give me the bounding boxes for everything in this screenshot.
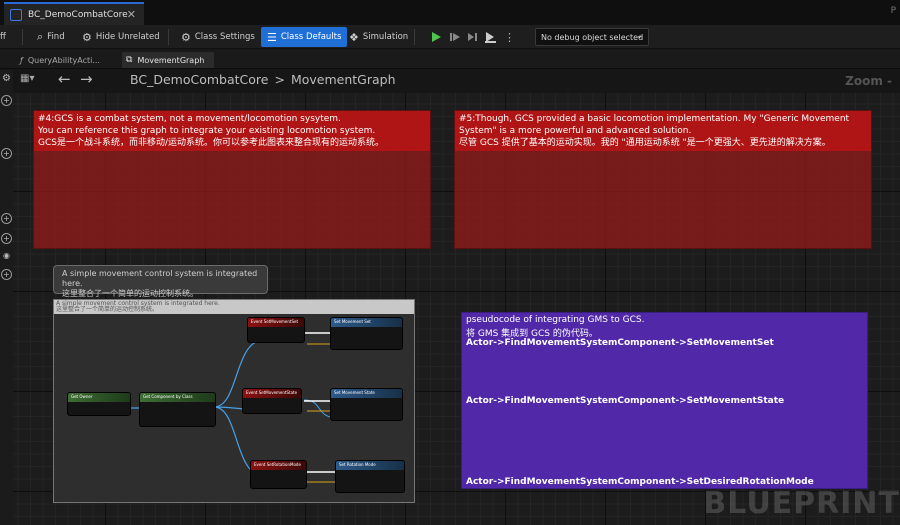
tab-movement-label: MovementGraph bbox=[137, 55, 205, 65]
node-set-movement-state[interactable]: Set Movement State bbox=[330, 388, 403, 421]
node-title: Set Rotation Mode bbox=[336, 461, 404, 470]
toolbar-cut-label: ff bbox=[0, 32, 6, 42]
node-get-component-by-class[interactable]: Get Component by Class bbox=[139, 392, 216, 427]
add-icon[interactable]: + bbox=[1, 269, 12, 280]
node-set-rotation-mode[interactable]: Set Rotation Mode bbox=[335, 460, 405, 493]
node-event-set-rotation-mode[interactable]: Event SetRotationMode bbox=[250, 460, 307, 489]
node-title: Event SetMovementState bbox=[243, 389, 301, 398]
graph-icon: ⧉ bbox=[126, 55, 133, 65]
step-over-icon bbox=[484, 32, 496, 43]
node-event-set-movement-state[interactable]: Event SetMovementState bbox=[242, 388, 302, 414]
graph-tabs: ƒ QueryAbilityActi... ⧉ MovementGraph bbox=[0, 50, 900, 69]
add-icon[interactable]: + bbox=[1, 148, 12, 159]
node-set-movement-set[interactable]: Set Movement Set bbox=[330, 317, 403, 350]
comment-4-header: #4:GCS is a combat system, not a movemen… bbox=[34, 111, 430, 151]
hide-unrelated-label: Hide Unrelated bbox=[95, 32, 160, 42]
comment-text: pseudocode of integrating GMS to GCS. bbox=[466, 315, 645, 325]
debug-object-select[interactable]: No debug object selected ⌄ bbox=[535, 28, 649, 46]
toolbar: ff ⌕ Find ⚙ Hide Unrelated ⚙ Class Setti… bbox=[0, 25, 900, 49]
play-icon bbox=[431, 32, 441, 42]
close-icon[interactable]: ✕ bbox=[127, 8, 136, 21]
forward-arrow-icon[interactable]: → bbox=[80, 70, 93, 88]
breadcrumb-graph[interactable]: MovementGraph bbox=[291, 72, 396, 87]
settings-icon[interactable]: ⚙ bbox=[1, 74, 12, 85]
class-defaults-label: Class Defaults bbox=[280, 32, 342, 42]
graph-nav-bar: ▦▾ ← → BC_DemoCombatCore > MovementGraph… bbox=[20, 70, 900, 93]
title-bar: BC_DemoCombatCore ✕ P bbox=[0, 0, 900, 25]
breadcrumb-blueprint[interactable]: BC_DemoCombatCore bbox=[130, 72, 268, 87]
divider bbox=[22, 29, 23, 45]
gear-icon: ⚙ bbox=[181, 30, 191, 44]
node-title: Set Movement State bbox=[331, 389, 402, 398]
node-event-set-movement-set[interactable]: Event SetMovementSet bbox=[247, 317, 305, 343]
comment-text: GCS是一个战斗系统，而非移动/运动系统。你可以参考此图表来整合现有的运动系统。 bbox=[38, 138, 385, 148]
tab-query-ability[interactable]: ƒ QueryAbilityActi... bbox=[20, 52, 100, 68]
comment-text: System" is a more powerful and advanced … bbox=[459, 126, 692, 136]
tab-query-label: QueryAbilityActi... bbox=[27, 55, 100, 65]
comment-box-pseudocode[interactable]: pseudocode of integrating GMS to GCS. 将 … bbox=[461, 312, 868, 489]
node-get-owner[interactable]: Get Owner bbox=[67, 392, 131, 416]
comment-box-5[interactable]: #5:Though, GCS provided a basic locomoti… bbox=[454, 110, 872, 249]
add-icon[interactable]: + bbox=[1, 233, 12, 244]
tooltip-text: 这里整合了一个简单的运动控制系统。 bbox=[62, 289, 198, 298]
bookmark-icon[interactable]: ▦▾ bbox=[20, 73, 34, 84]
divider bbox=[414, 29, 415, 45]
tooltip-text: A simple movement control system is inte… bbox=[62, 269, 258, 288]
find-button[interactable]: ⌕ Find bbox=[37, 27, 65, 47]
tab-title: BC_DemoCombatCore bbox=[28, 9, 128, 20]
simulation-label: Simulation bbox=[362, 32, 409, 42]
blueprint-icon bbox=[10, 8, 22, 21]
search-icon: ⌕ bbox=[37, 30, 44, 43]
frame-skip-button[interactable] bbox=[464, 28, 481, 46]
step-icon bbox=[449, 33, 460, 41]
class-defaults-button[interactable]: ☰ Class Defaults bbox=[261, 27, 348, 47]
class-settings-label: Class Settings bbox=[194, 32, 255, 42]
function-icon: ƒ bbox=[20, 55, 23, 65]
node-title: Event SetMovementSet bbox=[248, 318, 304, 327]
sliders-icon: ☰ bbox=[267, 30, 277, 44]
class-settings-button[interactable]: ⚙ Class Settings bbox=[181, 27, 255, 47]
node-title: Set Movement Set bbox=[331, 318, 402, 327]
breadcrumb-separator: > bbox=[274, 72, 285, 87]
tooltip-comment: A simple movement control system is inte… bbox=[53, 265, 268, 298]
hide-unrelated-button[interactable]: ⚙ Hide Unrelated bbox=[82, 27, 160, 47]
comment-text: Actor->FindMovementSystemComponent->SetM… bbox=[466, 338, 774, 348]
tab-movement-graph[interactable]: ⧉ MovementGraph bbox=[122, 52, 215, 68]
graph-thumbnail: A simple movement control system is inte… bbox=[53, 299, 415, 503]
comment-text: You can reference this graph to integrat… bbox=[38, 126, 376, 136]
tab-bc-democombatcore[interactable]: BC_DemoCombatCore ✕ bbox=[4, 2, 144, 25]
step-button[interactable] bbox=[446, 28, 463, 46]
kebab-icon: ⋮ bbox=[504, 30, 515, 44]
divider bbox=[168, 29, 169, 45]
node-title: Get Component by Class bbox=[140, 393, 215, 402]
comment-text: Actor->FindMovementSystemComponent->SetM… bbox=[466, 396, 785, 406]
back-arrow-icon[interactable]: ← bbox=[58, 70, 71, 88]
debug-object-value: No debug object selected bbox=[541, 32, 644, 42]
graph-canvas[interactable]: #4:GCS is a combat system, not a movemen… bbox=[13, 93, 900, 525]
play-button[interactable] bbox=[427, 28, 444, 46]
left-rail: ⚙ + + + + ◉ + bbox=[0, 70, 13, 525]
title-right-letter: P bbox=[890, 6, 896, 16]
eye-icon[interactable]: ◉ bbox=[1, 251, 12, 262]
blueprint-watermark: BLUEPRINT bbox=[703, 486, 900, 521]
more-options-button[interactable]: ⋮ bbox=[501, 28, 518, 46]
node-title: Event SetRotationMode bbox=[251, 461, 306, 470]
find-label: Find bbox=[47, 32, 65, 42]
comment-box-4[interactable]: #4:GCS is a combat system, not a movemen… bbox=[33, 110, 431, 249]
simulation-icon: ❖ bbox=[349, 30, 359, 44]
frame-skip-icon bbox=[467, 33, 477, 41]
node-title: Get Owner bbox=[68, 393, 130, 402]
step-over-button[interactable] bbox=[482, 28, 499, 46]
comment-5-header: #5:Though, GCS provided a basic locomoti… bbox=[455, 111, 871, 151]
zoom-level: Zoom - bbox=[845, 74, 892, 88]
comment-text: #4:GCS is a combat system, not a movemen… bbox=[38, 114, 341, 124]
comment-text: 尽管 GCS 提供了基本的运动实现。我的 "通用运动系统 "是一个更强大、更先进… bbox=[459, 138, 831, 148]
comment-text: #5:Though, GCS provided a basic locomoti… bbox=[459, 114, 850, 124]
chevron-down-icon: ⌄ bbox=[636, 31, 643, 40]
add-icon[interactable]: + bbox=[1, 95, 12, 106]
add-icon[interactable]: + bbox=[1, 213, 12, 224]
breadcrumb: BC_DemoCombatCore > MovementGraph bbox=[130, 72, 396, 87]
hide-unrelated-icon: ⚙ bbox=[82, 30, 92, 44]
simulation-button[interactable]: ❖ Simulation bbox=[349, 27, 408, 47]
